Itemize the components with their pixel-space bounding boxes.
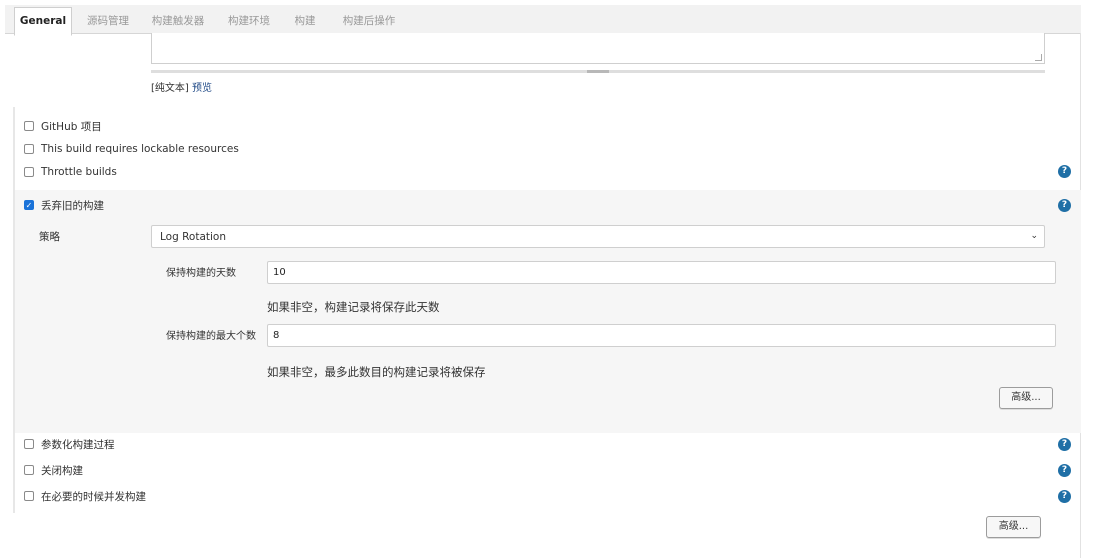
option-label: Throttle builds (41, 166, 117, 178)
days-to-keep-input[interactable]: 10 (267, 261, 1056, 284)
option-label: This build requires lockable resources (41, 143, 239, 155)
tab-source-control[interactable]: 源码管理 (79, 8, 137, 34)
option-github-project[interactable]: GitHub 项目 (24, 118, 102, 134)
description-textarea[interactable] (151, 33, 1045, 64)
strategy-select[interactable]: Log Rotation ⌄ (151, 225, 1045, 248)
parameterized-build-checkbox[interactable] (24, 439, 34, 449)
textarea-resize-handle[interactable] (587, 70, 609, 73)
days-to-keep-value: 10 (273, 267, 286, 278)
chevron-down-icon: ⌄ (1030, 231, 1038, 241)
preview-link[interactable]: 预览 (192, 83, 212, 94)
option-discard-old-builds[interactable]: ✓ 丢弃旧的构建 (24, 197, 104, 213)
tab-post-build[interactable]: 构建后操作 (333, 8, 405, 34)
option-label: GitHub 项目 (41, 120, 102, 133)
tab-build-environment[interactable]: 构建环境 (220, 8, 278, 34)
github-project-checkbox[interactable] (24, 121, 34, 131)
option-parameterized-build[interactable]: 参数化构建过程 (24, 436, 115, 452)
lockable-resources-checkbox[interactable] (24, 144, 34, 154)
disable-build-checkbox[interactable] (24, 465, 34, 475)
days-to-keep-hint: 如果非空，构建记录将保存此天数 (267, 300, 440, 314)
option-label: 关闭构建 (41, 464, 83, 477)
help-icon[interactable]: ? (1058, 464, 1071, 477)
help-icon[interactable]: ? (1058, 199, 1071, 212)
concurrent-builds-checkbox[interactable] (24, 491, 34, 501)
discard-advanced-button[interactable]: 高级... (999, 387, 1053, 409)
max-builds-hint: 如果非空，最多此数目的构建记录将被保存 (267, 365, 486, 379)
format-label: [纯文本] (151, 83, 189, 94)
option-lockable-resources[interactable]: This build requires lockable resources (24, 141, 239, 157)
max-builds-input[interactable]: 8 (267, 324, 1056, 347)
strategy-value: Log Rotation (160, 231, 227, 243)
option-throttle-builds[interactable]: Throttle builds (24, 164, 117, 180)
option-disable-build[interactable]: 关闭构建 (24, 462, 83, 478)
days-to-keep-label: 保持构建的天数 (166, 268, 236, 279)
resize-grip-icon[interactable] (1035, 54, 1042, 61)
option-label: 在必要的时候并发构建 (41, 490, 146, 503)
help-icon[interactable]: ? (1058, 165, 1071, 178)
option-label: 参数化构建过程 (41, 438, 115, 451)
strategy-label: 策略 (39, 231, 60, 243)
tab-general[interactable]: General (14, 7, 72, 36)
help-icon[interactable]: ? (1058, 490, 1071, 503)
help-icon[interactable]: ? (1058, 438, 1071, 451)
tab-build[interactable]: 构建 (285, 8, 325, 34)
option-label: 丢弃旧的构建 (41, 199, 104, 212)
description-format: [纯文本] 预览 (151, 79, 212, 94)
advanced-button[interactable]: 高级... (986, 516, 1041, 538)
discard-old-builds-checkbox[interactable]: ✓ (24, 200, 34, 210)
tab-bar: General 源码管理 构建触发器 构建环境 构建 构建后操作 (5, 5, 1081, 36)
max-builds-value: 8 (273, 330, 280, 341)
option-concurrent-builds[interactable]: 在必要的时候并发构建 (24, 488, 146, 504)
max-builds-label: 保持构建的最大个数 (166, 331, 256, 342)
throttle-builds-checkbox[interactable] (24, 167, 34, 177)
tab-build-triggers[interactable]: 构建触发器 (145, 8, 211, 34)
